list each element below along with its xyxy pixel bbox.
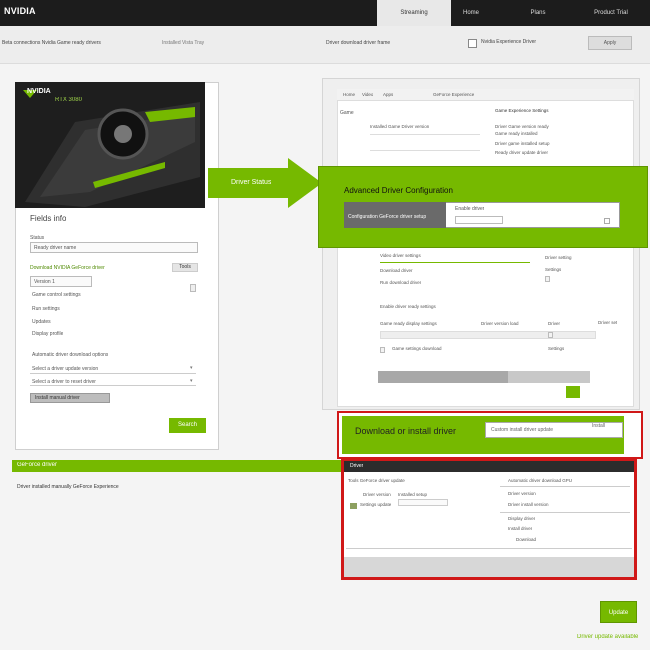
divider: [370, 134, 480, 135]
settings-tabbar: [337, 89, 634, 101]
settings-tab-video[interactable]: Video: [362, 92, 373, 97]
tab-streaming[interactable]: Streaming: [377, 0, 451, 26]
settings-window: [337, 89, 634, 407]
custom-install-value: Custom install driver update: [491, 427, 553, 433]
settings-heading: Game: [340, 110, 354, 116]
installed-version-text: Installed Game Driver version: [370, 124, 430, 129]
driver-version-select-text: Select a driver update version: [32, 366, 99, 372]
run-download-text: Run download driver: [380, 280, 422, 285]
version-picker-icon[interactable]: [190, 284, 196, 292]
driver-version-input[interactable]: [380, 331, 596, 339]
settings-tab-apps[interactable]: Apps: [383, 92, 393, 97]
subheader-left-text: Beta connections Nvidia Game ready drive…: [2, 40, 101, 46]
auto-download-gpu-text: Automatic driver download GPU: [508, 478, 573, 483]
experience-line-1: Driver Game version ready: [495, 124, 549, 129]
callout-title: Advanced Driver Configuration: [344, 186, 453, 195]
driver-checkbox[interactable]: [548, 332, 553, 338]
driver-setting-text: Driver setting: [545, 255, 572, 260]
video-settings-text: Video driver settings: [380, 253, 421, 258]
divider: [500, 512, 630, 513]
band-label: GeForce driver: [17, 462, 58, 468]
driver-panel-footer: [344, 557, 634, 577]
version-load-text: Driver version load: [481, 321, 519, 326]
footer-settings-text: Settings: [548, 346, 565, 351]
tools-update-text: Tools GeForce driver update: [348, 478, 405, 483]
chevron-down-icon[interactable]: ▾: [190, 365, 193, 371]
experience-checkbox[interactable]: [468, 39, 477, 48]
fields-title: Fields info: [30, 214, 67, 223]
download-status-icon: [566, 386, 580, 398]
divider: [500, 486, 630, 487]
tab-product-trial[interactable]: Product Trial: [580, 0, 642, 26]
game-settings-download-text: Game settings download: [392, 346, 442, 351]
install-driver-label: Download or install driver: [355, 426, 457, 436]
divider: [346, 548, 632, 549]
reset-driver-select-text: Select a driver to reset driver: [32, 379, 96, 385]
status-label: Status: [30, 235, 45, 241]
driver-label: Driver: [548, 321, 560, 326]
progress-line: [380, 262, 530, 263]
tab-plans[interactable]: Plans: [520, 0, 556, 26]
installed-setup-label: Installed setup: [398, 492, 428, 497]
enable-ready-text: Enable driver ready settings: [380, 304, 436, 309]
driver-panel-header: [344, 461, 634, 472]
driver-status-icon: [350, 503, 357, 509]
gpu-brand-text: NVIDIA: [27, 88, 51, 95]
settings-update-text: Settings update: [360, 502, 392, 507]
game-settings-label: Game control settings: [32, 292, 81, 298]
gpu-model-text: RTX 3080: [55, 97, 82, 103]
driver-version-label: Driver version: [363, 492, 391, 497]
settings-tab-home[interactable]: Home: [343, 92, 355, 97]
driver-install-version-text: Driver install version: [508, 502, 549, 507]
lower-driver-version-text: Driver version: [508, 491, 536, 496]
experience-line-2: Game ready installed: [495, 131, 538, 136]
driver-version-field[interactable]: [398, 499, 448, 506]
download-driver-link[interactable]: Download NVIDIA GeForce driver: [30, 265, 105, 271]
install-driver-text: Install driver: [508, 526, 533, 531]
driver-status-label: Driver Status: [231, 179, 272, 186]
run-settings-label: Run settings: [32, 306, 60, 312]
driver-name-value: Ready driver name: [34, 245, 77, 251]
tools-button[interactable]: Tools: [172, 263, 198, 272]
download-driver-text: Download driver: [380, 268, 413, 273]
experience-settings-title: Game Experience Settings: [495, 108, 549, 113]
settings-tab-experience[interactable]: GeForce Experience: [433, 92, 474, 97]
driver-set-label: Driver set: [598, 320, 618, 325]
settings-toggle[interactable]: [545, 276, 550, 282]
experience-line-4: Ready driver update driver: [495, 150, 549, 155]
chevron-down-icon[interactable]: ▾: [190, 378, 193, 384]
subheader-right-text: Driver download driver frame: [326, 40, 391, 46]
nvidia-logo[interactable]: NVIDIA: [4, 6, 36, 16]
auto-download-info: Automatic driver download options: [32, 352, 109, 358]
experience-line-3: Driver game installed setup: [495, 141, 550, 146]
gpu-product-image: [15, 82, 205, 208]
search-button[interactable]: Search: [169, 418, 206, 433]
display-settings-text: Game ready display settings: [380, 321, 437, 326]
settings-text: Settings: [545, 267, 562, 272]
callout-dark-text: Configuration GeForce driver setup: [348, 214, 427, 220]
band-text: Driver installed manually GeForce Experi…: [17, 484, 119, 490]
subheader-mid-text: Installed Vista Tray: [162, 40, 205, 46]
divider: [370, 150, 480, 151]
updates-label: Updates: [32, 319, 51, 325]
callout-field-text: Enable driver: [455, 206, 485, 212]
apply-button[interactable]: Apply: [588, 36, 632, 50]
callout-checkbox[interactable]: [604, 218, 610, 224]
version-value: Version 1: [34, 279, 55, 285]
install-manual-button[interactable]: Install manual driver: [30, 393, 110, 403]
install-button[interactable]: Install: [592, 423, 605, 429]
checkbox-label: Nvidia Experience Driver: [481, 39, 537, 45]
download-text: Download: [516, 537, 537, 542]
display-profile-label: Display profile: [32, 331, 64, 337]
driver-update-link[interactable]: Driver update available: [577, 634, 638, 640]
driver-panel-title: Driver: [350, 463, 364, 469]
callout-input[interactable]: [455, 216, 503, 224]
update-button[interactable]: Update: [600, 601, 637, 623]
tab-home[interactable]: Home: [451, 0, 491, 26]
download-progress-bar: [378, 371, 590, 383]
display-driver-text: Display driver: [508, 516, 536, 521]
footer-checkbox[interactable]: [380, 347, 385, 353]
